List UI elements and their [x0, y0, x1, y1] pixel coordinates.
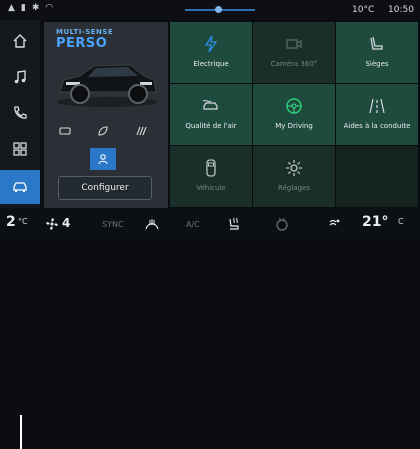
tile-my-driving[interactable]: My Driving	[253, 84, 335, 145]
home-icon	[13, 34, 27, 48]
tile-empty	[336, 146, 418, 207]
clock: 10:50	[388, 5, 414, 15]
tile-label: My Driving	[275, 122, 313, 130]
car-illustration	[57, 64, 157, 107]
tile-label: Sièges	[365, 60, 389, 68]
phone-icon	[14, 106, 27, 119]
outside-temperature: 10°C	[352, 5, 375, 15]
vehicle-tile-grid: Electrique Caméra 360° Sièges Qualité de…	[170, 22, 418, 208]
configure-button[interactable]: Configurer	[58, 176, 152, 200]
pattern-icon	[136, 126, 147, 136]
passenger-temperature[interactable]: 21°	[362, 214, 388, 230]
profile-title-mode: PERSO	[56, 36, 108, 51]
apps-grid-icon	[13, 142, 27, 156]
tile-label: Aides à la conduite	[343, 122, 411, 130]
battery-icon: ▮	[20, 3, 26, 13]
car-air-icon	[202, 99, 218, 110]
ac-button[interactable]: A/C	[186, 220, 200, 229]
sidebar-item-vehicle[interactable]	[0, 170, 40, 204]
tile-electrique[interactable]: Electrique	[170, 22, 252, 83]
lane-assist-icon	[369, 98, 385, 114]
steering-wheel-icon	[286, 98, 302, 114]
wifi-icon: ◠	[45, 3, 54, 13]
mode-comfort-button[interactable]	[128, 120, 154, 142]
fan-level: 4	[62, 216, 71, 230]
mode-sport-button[interactable]	[52, 120, 78, 142]
car-front-icon	[59, 127, 71, 135]
sidebar-item-home[interactable]	[0, 24, 40, 58]
climate-bar: 2 °C 4 SYNC A/C 21° C	[0, 208, 420, 449]
tile-qualite-air[interactable]: Qualité de l'air	[170, 84, 252, 145]
tile-sieges[interactable]: Sièges	[336, 22, 418, 83]
sync-button[interactable]: SYNC	[102, 220, 124, 229]
sidebar-item-music[interactable]	[0, 60, 40, 94]
camera-icon	[286, 39, 302, 49]
tile-label: Réglages	[278, 184, 310, 192]
tile-vehicule[interactable]: Véhicule	[170, 146, 252, 207]
car-icon	[13, 182, 27, 192]
multi-sense-panel: MULTI-SENSE PERSO Configurer	[44, 22, 168, 208]
tile-label: Caméra 360°	[270, 60, 318, 68]
mode-eco-button[interactable]	[90, 120, 116, 142]
notification-icon: ▲	[8, 3, 15, 13]
person-icon	[98, 154, 108, 165]
driver-temperature-unit: °C	[18, 217, 28, 226]
profile-title-brand: MULTI-SENSE	[56, 28, 114, 36]
vehicle-top-icon	[206, 159, 216, 177]
status-icons: ▲ ▮ ✱ ◠	[8, 3, 53, 13]
tile-label: Qualité de l'air	[185, 122, 237, 130]
lightning-icon	[204, 35, 218, 53]
pull-down-handle-knob[interactable]	[215, 6, 222, 13]
active-indicator	[20, 415, 22, 449]
fan-icon[interactable]	[44, 216, 60, 232]
sidebar	[0, 20, 40, 208]
tile-reglages[interactable]: Réglages	[253, 146, 335, 207]
sidebar-item-apps[interactable]	[0, 132, 40, 166]
sidebar-item-phone[interactable]	[0, 96, 40, 130]
leaf-icon	[98, 126, 108, 136]
heated-seat-icon[interactable]	[226, 216, 242, 232]
tile-label: Véhicule	[196, 184, 226, 192]
tile-camera-360[interactable]: Caméra 360°	[253, 22, 335, 83]
status-bar: ▲ ▮ ✱ ◠ 10°C 10:50	[0, 0, 420, 20]
tile-aides-conduite[interactable]: Aides à la conduite	[336, 84, 418, 145]
heated-steering-wheel-icon[interactable]	[274, 216, 290, 232]
seat-icon	[370, 36, 383, 50]
music-note-icon	[14, 70, 26, 84]
mode-perso-button[interactable]	[90, 148, 116, 170]
airflow-icon[interactable]	[326, 216, 342, 232]
front-defrost-icon[interactable]	[144, 216, 160, 232]
tile-label: Electrique	[193, 60, 229, 68]
passenger-temperature-unit: C	[398, 217, 404, 226]
gear-icon	[286, 160, 302, 176]
driver-temperature[interactable]: 2	[6, 214, 16, 230]
mute-icon: ✱	[31, 3, 40, 13]
